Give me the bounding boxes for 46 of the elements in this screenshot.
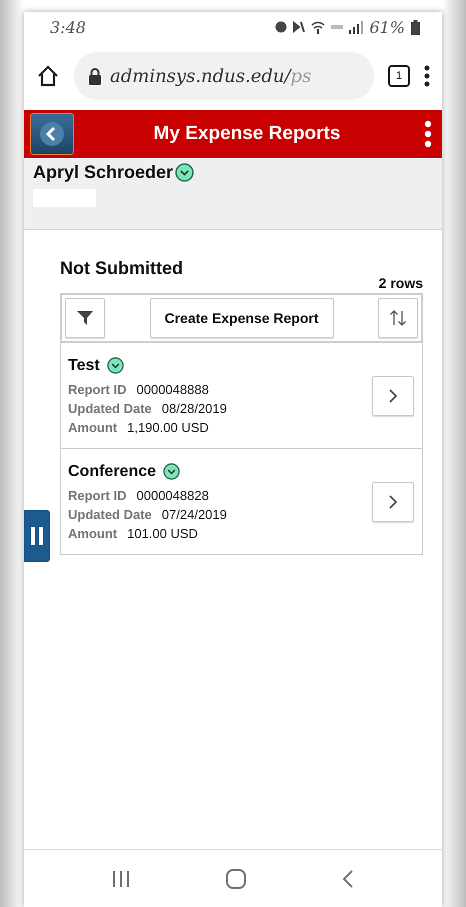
home-icon[interactable] [36,64,60,88]
report-card[interactable]: Test Report ID 0000048888 Updated Date 08/28/2019 Amount 1,190.00 USD [60,343,423,449]
field-label: Amount [68,420,118,434]
recent-apps-icon[interactable] [111,870,131,888]
lock-icon [88,68,102,84]
chevron-right-icon [388,388,398,404]
section-title: Not Submitted [60,258,184,279]
menu-icon[interactable] [424,65,430,87]
field-value: 101.00 USD [127,526,198,540]
report-title: Conference [68,462,156,480]
back-button[interactable] [30,113,74,155]
battery-percent: 61% [369,18,405,36]
field-value: 08/28/2019 [162,400,227,416]
signal-icon [349,20,364,34]
side-panel-handle[interactable] [24,510,50,562]
expand-icon[interactable] [106,357,124,374]
filter-button[interactable] [65,298,105,338]
field-label: Amount [68,526,118,540]
field-label: Report ID [68,382,126,396]
field-label: Updated Date [68,506,152,522]
field-label: Report ID [68,488,126,502]
status-time: 3:48 [50,18,86,36]
report-title: Test [68,356,100,374]
expand-icon[interactable] [175,163,194,182]
tab-count[interactable]: 1 [388,65,410,87]
chevron-right-icon [388,494,398,510]
page-title: My Expense Reports [152,123,342,145]
sort-button[interactable] [378,298,418,338]
create-expense-report-button[interactable]: Create Expense Report [150,298,334,338]
wifi-icon [311,20,326,34]
field-value: 0000048828 [136,488,209,502]
field-value: 0000048888 [136,382,209,396]
chevron-left-icon [39,121,65,147]
expand-icon[interactable] [163,463,180,480]
pause-icon [31,527,43,545]
battery-icon [411,20,420,34]
field-label: Updated Date [68,400,152,416]
back-icon[interactable] [341,868,355,888]
field-value: 1,190.00 USD [127,420,209,434]
sort-icon [389,309,407,327]
user-name: Apryl Schroeder [33,162,174,183]
row-count: 2 rows [378,275,423,291]
url-field[interactable]: adminsys.ndus.edu/ps [74,52,374,100]
report-card[interactable]: Conference Report ID 0000048828 Updated Date 07/24/2019 Amount 101.00 USD [60,449,423,555]
field-value: 07/24/2019 [162,506,227,522]
filter-icon [76,309,94,327]
